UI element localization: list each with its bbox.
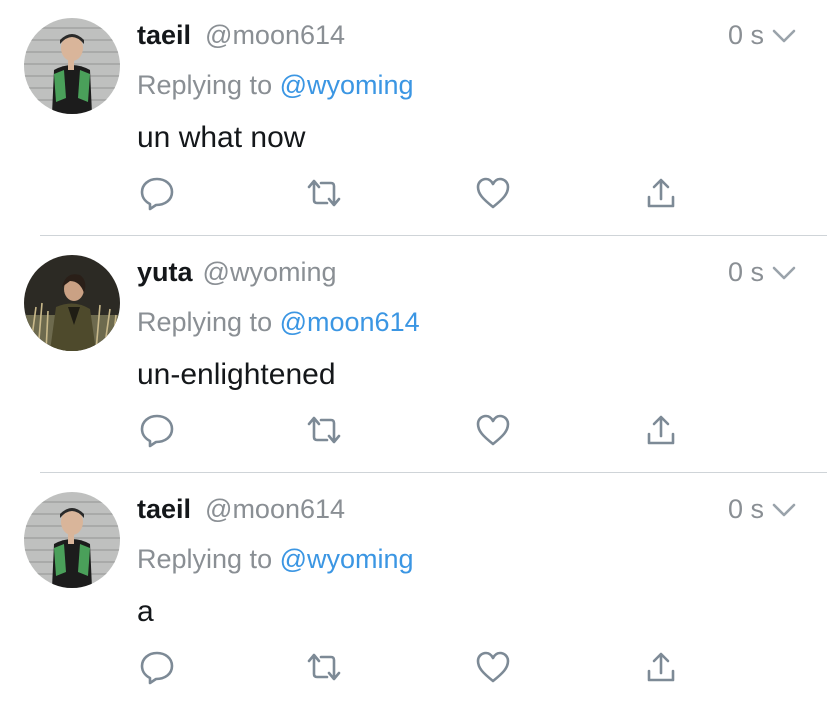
reply-icon	[140, 651, 174, 685]
retweet-button[interactable]	[305, 411, 343, 449]
timestamp[interactable]: 0 s	[728, 20, 764, 51]
avatar[interactable]	[24, 255, 120, 351]
like-button[interactable]	[474, 411, 512, 449]
tweet-header: taeil @moon614	[137, 20, 345, 54]
user-handle[interactable]: @wyoming	[203, 257, 337, 288]
share-button[interactable]	[642, 174, 680, 212]
reply-to-handle[interactable]: @wyoming	[280, 70, 414, 100]
avatar[interactable]	[24, 18, 120, 114]
tweet[interactable]: taeil @moon614 0 s Replying to @wyoming …	[0, 474, 827, 710]
retweet-icon	[307, 179, 341, 207]
display-name[interactable]: yuta	[137, 257, 193, 288]
tweet-text: a	[137, 595, 154, 628]
heart-icon	[476, 177, 510, 209]
tweet[interactable]: yuta @wyoming 0 s Replying to @moon614 u…	[0, 237, 827, 473]
reply-icon	[140, 177, 174, 211]
reply-to-handle[interactable]: @moon614	[280, 307, 420, 337]
divider	[40, 472, 827, 473]
display-name[interactable]: taeil	[137, 494, 191, 525]
replying-to: Replying to @moon614	[137, 307, 420, 338]
reply-to-handle[interactable]: @wyoming	[280, 544, 414, 574]
retweet-button[interactable]	[305, 174, 343, 212]
replying-to: Replying to @wyoming	[137, 70, 414, 101]
chevron-down-icon[interactable]	[771, 28, 797, 46]
share-icon	[647, 652, 675, 682]
share-icon	[647, 415, 675, 445]
share-button[interactable]	[642, 648, 680, 686]
tweet[interactable]: taeil @moon614 0 s Replying to @wyoming …	[0, 0, 827, 236]
divider	[40, 235, 827, 236]
tweet-text: un what now	[137, 121, 306, 154]
tweet-header: taeil @moon614	[137, 494, 345, 528]
reply-button[interactable]	[138, 648, 176, 686]
reply-button[interactable]	[138, 174, 176, 212]
tweet-header: yuta @wyoming	[137, 257, 336, 291]
chevron-down-icon[interactable]	[771, 265, 797, 283]
avatar[interactable]	[24, 492, 120, 588]
heart-icon	[476, 414, 510, 446]
retweet-icon	[307, 653, 341, 681]
share-icon	[647, 178, 675, 208]
tweet-text: un-enlightened	[137, 358, 336, 391]
user-handle[interactable]: @moon614	[205, 20, 345, 51]
display-name[interactable]: taeil	[137, 20, 191, 51]
reply-prefix: Replying to	[137, 544, 273, 574]
like-button[interactable]	[474, 174, 512, 212]
reply-icon	[140, 414, 174, 448]
reply-prefix: Replying to	[137, 70, 273, 100]
share-button[interactable]	[642, 411, 680, 449]
heart-icon	[476, 651, 510, 683]
timestamp[interactable]: 0 s	[728, 257, 764, 288]
reply-prefix: Replying to	[137, 307, 273, 337]
user-handle[interactable]: @moon614	[205, 494, 345, 525]
retweet-icon	[307, 416, 341, 444]
chevron-down-icon[interactable]	[771, 502, 797, 520]
like-button[interactable]	[474, 648, 512, 686]
replying-to: Replying to @wyoming	[137, 544, 414, 575]
reply-button[interactable]	[138, 411, 176, 449]
retweet-button[interactable]	[305, 648, 343, 686]
timestamp[interactable]: 0 s	[728, 494, 764, 525]
